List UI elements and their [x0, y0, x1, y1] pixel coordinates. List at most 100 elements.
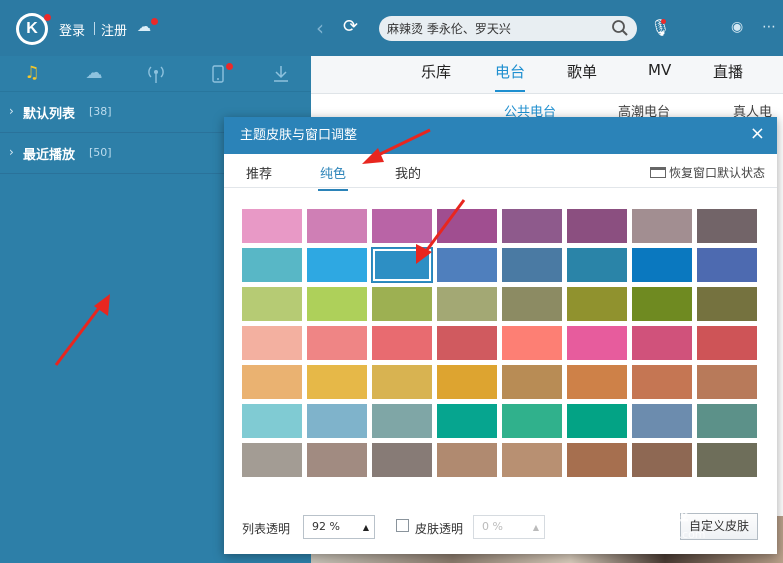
color-swatch[interactable] — [567, 248, 627, 282]
color-swatch[interactable] — [697, 404, 757, 438]
radio-icon[interactable] — [145, 63, 167, 85]
color-swatch[interactable] — [372, 209, 432, 243]
close-icon[interactable]: × — [750, 125, 765, 143]
color-swatch[interactable] — [372, 248, 432, 282]
color-swatch[interactable] — [502, 404, 562, 438]
download-icon[interactable] — [270, 63, 292, 85]
color-swatch[interactable] — [632, 443, 692, 477]
color-swatch-grid — [242, 209, 760, 479]
more-icon[interactable]: ⋯ — [762, 19, 776, 35]
refresh-icon[interactable]: ⟳ — [343, 16, 358, 37]
tab-library[interactable]: 乐库 — [421, 61, 451, 82]
music-note-icon[interactable]: ♫ — [21, 63, 43, 85]
color-swatch[interactable] — [307, 365, 367, 399]
skin-opacity-value: 0 % — [482, 520, 503, 533]
color-swatch[interactable] — [242, 404, 302, 438]
color-swatch[interactable] — [242, 326, 302, 360]
color-swatch[interactable] — [567, 443, 627, 477]
color-swatch[interactable] — [437, 404, 497, 438]
playlist-name: 默认列表 — [23, 107, 76, 122]
color-swatch[interactable] — [437, 326, 497, 360]
color-swatch[interactable] — [567, 326, 627, 360]
color-swatch[interactable] — [697, 326, 757, 360]
color-swatch[interactable] — [502, 287, 562, 321]
color-swatch[interactable] — [372, 443, 432, 477]
color-swatch[interactable] — [437, 248, 497, 282]
search-input[interactable] — [387, 19, 607, 38]
color-swatch[interactable] — [567, 209, 627, 243]
login-link[interactable]: 登录 — [59, 20, 85, 39]
tab-recommended[interactable]: 推荐 — [246, 163, 272, 182]
back-arrow-icon[interactable]: ‹ — [316, 16, 324, 40]
color-swatch[interactable] — [437, 365, 497, 399]
color-swatch[interactable] — [632, 365, 692, 399]
color-swatch[interactable] — [567, 365, 627, 399]
color-swatch[interactable] — [242, 209, 302, 243]
watermark-url: jingyan.baidu.com — [604, 528, 706, 541]
color-swatch[interactable] — [567, 404, 627, 438]
list-opacity-label: 列表透明 — [242, 522, 291, 536]
color-swatch[interactable] — [697, 287, 757, 321]
color-swatch[interactable] — [502, 443, 562, 477]
tab-mv[interactable]: MV — [648, 61, 671, 79]
watermark-logo: Bai 经验 — [598, 501, 689, 526]
color-swatch[interactable] — [307, 287, 367, 321]
color-swatch[interactable] — [242, 365, 302, 399]
skin-opacity-spinner[interactable]: 0 % ▲ — [473, 515, 545, 539]
color-swatch[interactable] — [632, 209, 692, 243]
color-swatch[interactable] — [502, 248, 562, 282]
tab-playlists[interactable]: 歌单 — [567, 61, 597, 82]
color-swatch[interactable] — [697, 443, 757, 477]
register-link[interactable]: 注册 — [101, 20, 127, 39]
divider — [94, 22, 95, 35]
color-swatch[interactable] — [307, 209, 367, 243]
triangle-up-icon[interactable]: ▲ — [363, 523, 369, 532]
color-swatch[interactable] — [372, 287, 432, 321]
color-swatch[interactable] — [567, 287, 627, 321]
search-icon[interactable] — [611, 18, 629, 38]
color-swatch[interactable] — [632, 404, 692, 438]
top-bar: K 登录 注册 ☁ ‹ ⟳ 🎙 ◉ ⋯ — [0, 0, 783, 56]
color-swatch[interactable] — [242, 287, 302, 321]
dialog-header: 主题皮肤与窗口调整 × — [224, 117, 777, 154]
color-swatch[interactable] — [632, 326, 692, 360]
skin-opacity-checkbox[interactable] — [396, 519, 409, 532]
color-swatch[interactable] — [632, 287, 692, 321]
color-swatch[interactable] — [632, 248, 692, 282]
color-swatch[interactable] — [697, 365, 757, 399]
playlist-name: 最近播放 — [23, 148, 76, 163]
tab-solid-color[interactable]: 纯色 — [317, 163, 349, 191]
restore-default-button[interactable]: 恢复窗口默认状态 — [649, 164, 765, 181]
triangle-up-icon[interactable]: ▲ — [533, 523, 539, 532]
color-swatch[interactable] — [242, 248, 302, 282]
target-icon[interactable]: ◉ — [731, 19, 743, 35]
list-opacity-value: 92 % — [312, 520, 340, 533]
color-swatch[interactable] — [307, 443, 367, 477]
theme-dialog: 主题皮肤与窗口调整 × 推荐 纯色 我的 恢复窗口默认状态 列表透明 92 % … — [224, 117, 777, 554]
notification-dot — [151, 18, 158, 25]
tab-mine[interactable]: 我的 — [395, 163, 421, 182]
color-swatch[interactable] — [437, 287, 497, 321]
list-opacity-spinner[interactable]: 92 % ▲ — [303, 515, 375, 539]
notification-dot — [44, 14, 51, 21]
main-tabs: 乐库 电台 歌单 MV 直播 — [311, 56, 783, 94]
color-swatch[interactable] — [307, 248, 367, 282]
cloud-music-icon[interactable]: ☁ — [83, 63, 105, 85]
color-swatch[interactable] — [242, 443, 302, 477]
color-swatch[interactable] — [437, 443, 497, 477]
color-swatch[interactable] — [307, 404, 367, 438]
tab-live[interactable]: 直播 — [713, 61, 743, 82]
color-swatch[interactable] — [697, 209, 757, 243]
color-swatch[interactable] — [502, 209, 562, 243]
color-swatch[interactable] — [502, 365, 562, 399]
color-swatch[interactable] — [502, 326, 562, 360]
tab-radio[interactable]: 电台 — [495, 61, 526, 92]
notification-dot — [661, 19, 666, 24]
color-swatch[interactable] — [372, 365, 432, 399]
color-swatch[interactable] — [372, 326, 432, 360]
restore-label: 恢复窗口默认状态 — [668, 166, 765, 180]
color-swatch[interactable] — [697, 248, 757, 282]
color-swatch[interactable] — [372, 404, 432, 438]
color-swatch[interactable] — [307, 326, 367, 360]
color-swatch[interactable] — [437, 209, 497, 243]
